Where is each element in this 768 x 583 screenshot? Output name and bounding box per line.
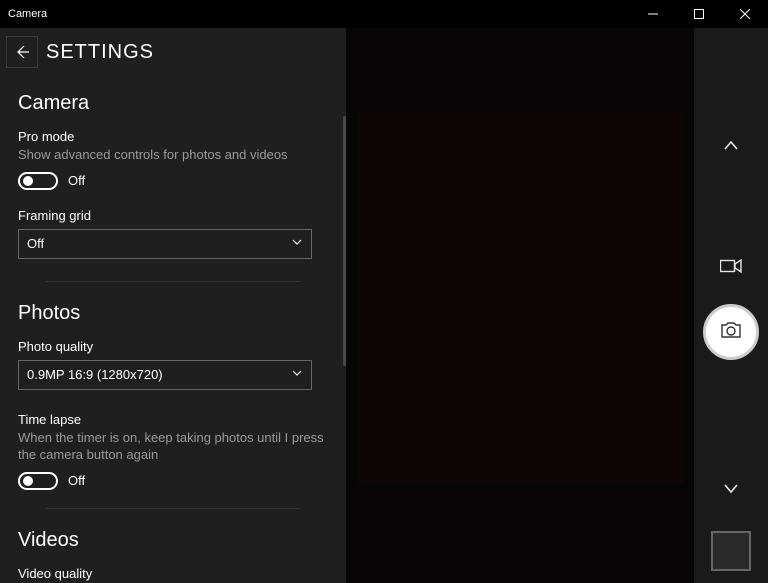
camera-preview bbox=[347, 28, 694, 583]
settings-title: SETTINGS bbox=[46, 41, 154, 64]
window-title: Camera bbox=[8, 8, 630, 20]
pro-mode-desc: Show advanced controls for photos and vi… bbox=[18, 146, 328, 164]
expand-up-button[interactable] bbox=[711, 126, 751, 166]
shutter-button[interactable] bbox=[703, 304, 759, 360]
toggle-knob bbox=[23, 476, 33, 486]
expand-down-button[interactable] bbox=[711, 468, 751, 508]
camera-app-window: Camera SETTINGS Camera bbox=[0, 0, 768, 583]
photo-quality-label: Photo quality bbox=[18, 339, 328, 354]
time-lapse-toggle-row: Off bbox=[18, 472, 328, 490]
toggle-knob bbox=[23, 176, 33, 186]
divider bbox=[46, 281, 300, 282]
chevron-down-icon bbox=[291, 235, 303, 253]
capture-strip bbox=[694, 28, 768, 583]
photo-quality-dropdown[interactable]: 0.9MP 16:9 (1280x720) bbox=[18, 360, 312, 390]
minimize-button[interactable] bbox=[630, 0, 676, 28]
pro-mode-state: Off bbox=[68, 173, 85, 188]
video-quality-label: Video quality bbox=[18, 566, 328, 581]
window-controls bbox=[630, 0, 768, 28]
settings-header: SETTINGS bbox=[0, 28, 346, 76]
pro-mode-label: Pro mode bbox=[18, 129, 328, 144]
shutter-inner bbox=[709, 310, 753, 354]
section-heading-camera: Camera bbox=[18, 92, 328, 115]
gallery-thumbnail[interactable] bbox=[711, 531, 751, 571]
titlebar: Camera bbox=[0, 0, 768, 28]
photo-quality-value: 0.9MP 16:9 (1280x720) bbox=[27, 367, 163, 382]
framing-grid-value: Off bbox=[27, 236, 44, 251]
pro-mode-toggle[interactable] bbox=[18, 172, 58, 190]
framing-grid-label: Framing grid bbox=[18, 208, 328, 223]
time-lapse-toggle[interactable] bbox=[18, 472, 58, 490]
time-lapse-label: Time lapse bbox=[18, 412, 328, 427]
camera-icon bbox=[720, 321, 742, 344]
video-mode-button[interactable] bbox=[711, 246, 751, 286]
time-lapse-desc: When the timer is on, keep taking photos… bbox=[18, 429, 328, 464]
content-area: SETTINGS Camera Pro mode Show advanced c… bbox=[0, 28, 768, 583]
settings-panel: SETTINGS Camera Pro mode Show advanced c… bbox=[0, 28, 347, 583]
time-lapse-state: Off bbox=[68, 473, 85, 488]
preview-frame bbox=[357, 112, 684, 483]
maximize-button[interactable] bbox=[676, 0, 722, 28]
scrollbar[interactable] bbox=[343, 116, 346, 366]
close-button[interactable] bbox=[722, 0, 768, 28]
chevron-down-icon bbox=[291, 366, 303, 384]
framing-grid-dropdown[interactable]: Off bbox=[18, 229, 312, 259]
section-heading-photos: Photos bbox=[18, 302, 328, 325]
section-heading-videos: Videos bbox=[18, 529, 328, 552]
divider bbox=[46, 508, 300, 509]
back-button[interactable] bbox=[6, 36, 38, 68]
pro-mode-toggle-row: Off bbox=[18, 172, 328, 190]
settings-body: Camera Pro mode Show advanced controls f… bbox=[0, 76, 346, 583]
